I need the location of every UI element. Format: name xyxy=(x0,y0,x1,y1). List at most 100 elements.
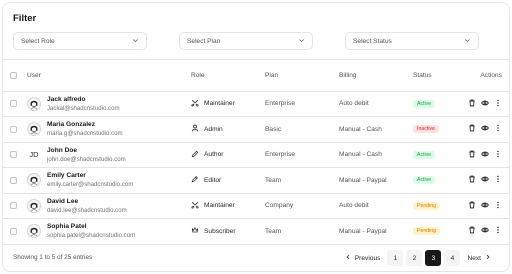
status-badge: Inactive xyxy=(413,125,439,134)
more-vertical-icon[interactable] xyxy=(494,99,502,109)
role-label: Maintainer xyxy=(204,202,235,210)
role-label: Subscriber xyxy=(204,227,236,235)
user-name: David Lee xyxy=(47,197,79,205)
plan-cell: Basic xyxy=(265,116,339,143)
status-badge: Pending xyxy=(413,227,441,236)
pen-icon xyxy=(191,175,204,185)
users-table: User Role Plan Billing Status Actions Ja… xyxy=(3,60,509,245)
status-badge: Pending xyxy=(413,201,441,210)
user-email: sophia.patel@shadcnstudio.com xyxy=(47,232,136,240)
page-button-4[interactable]: 4 xyxy=(444,250,461,266)
filter-title: Filter xyxy=(13,13,37,24)
status-badge: Active xyxy=(413,99,436,108)
user-email: david.lee@shadcnstudio.com xyxy=(47,206,127,214)
eye-icon[interactable] xyxy=(481,226,489,236)
header-billing[interactable]: Billing xyxy=(339,60,413,92)
status-badge: Active xyxy=(413,150,436,159)
chevron-down-icon xyxy=(132,37,139,46)
eye-icon[interactable] xyxy=(481,99,489,109)
role-label: Editor xyxy=(204,176,222,184)
role-label: Admin xyxy=(204,125,223,133)
role-label: Maintainer xyxy=(204,100,235,108)
plan-select-placeholder: Select Plan xyxy=(187,37,221,45)
select-all-checkbox[interactable] xyxy=(10,71,17,79)
more-vertical-icon[interactable] xyxy=(494,150,502,160)
more-vertical-icon[interactable] xyxy=(494,175,502,185)
user-name: Maria Gonzalez xyxy=(47,121,96,129)
billing-cell: Auto debit xyxy=(339,91,413,117)
more-vertical-icon[interactable] xyxy=(494,201,502,211)
user-name: Jack alfredo xyxy=(47,95,86,103)
row-checkbox[interactable] xyxy=(10,151,17,159)
status-select-placeholder: Select Status xyxy=(353,37,392,45)
plan-cell: Enterprise xyxy=(265,91,339,117)
avatar: JD xyxy=(27,147,41,162)
page-button-1[interactable]: 1 xyxy=(387,250,404,266)
user-email: Jackal@shadcnstudio.com xyxy=(47,104,120,112)
more-vertical-icon[interactable] xyxy=(494,226,502,236)
table-header-row: User Role Plan Billing Status Actions xyxy=(3,60,509,92)
user-name: Sophia Patel xyxy=(47,223,87,231)
table-row: Emily Carter emily.carter@shadcnstudio.co… xyxy=(3,167,509,194)
chevron-right-icon xyxy=(485,254,491,262)
row-checkbox[interactable] xyxy=(10,202,17,210)
row-checkbox[interactable] xyxy=(10,100,17,108)
user-name: Emily Carter xyxy=(47,172,86,180)
page-button-2[interactable]: 2 xyxy=(406,250,423,266)
user-email: john.doe@shadcnstudio.com xyxy=(47,155,126,163)
chevron-left-icon xyxy=(345,254,351,262)
trash-icon[interactable] xyxy=(468,226,476,236)
table-row: Sophia Patel sophia.patel@shadcnstudio.co… xyxy=(3,218,509,245)
plan-select[interactable]: Select Plan xyxy=(179,32,313,50)
row-checkbox[interactable] xyxy=(10,227,17,235)
user-email: maria.g@shadcnstudio.com xyxy=(47,130,123,138)
eye-icon[interactable] xyxy=(481,175,489,185)
role-select-placeholder: Select Role xyxy=(21,37,55,45)
header-actions: Actions xyxy=(469,60,509,92)
billing-cell: Manual - Paypal xyxy=(339,167,413,194)
trash-icon[interactable] xyxy=(468,124,476,134)
user-icon xyxy=(191,124,204,134)
row-checkbox[interactable] xyxy=(10,125,17,133)
maintainer-icon xyxy=(191,99,204,109)
billing-cell: Manual - Paypal xyxy=(339,218,413,245)
trash-icon[interactable] xyxy=(468,201,476,211)
next-label: Next xyxy=(467,254,481,262)
chevron-down-icon xyxy=(298,37,305,46)
avatar xyxy=(27,224,41,239)
crown-icon xyxy=(191,226,204,236)
plan-cell: Company xyxy=(265,193,339,219)
avatar xyxy=(27,198,41,213)
avatar xyxy=(27,173,41,188)
billing-cell: Manual - Cash xyxy=(339,116,413,143)
status-badge: Active xyxy=(413,176,436,185)
chevron-down-icon xyxy=(464,37,471,46)
eye-icon[interactable] xyxy=(481,150,489,160)
eye-icon[interactable] xyxy=(481,124,489,134)
billing-cell: Manual - Cash xyxy=(339,142,413,168)
header-user[interactable]: User xyxy=(27,60,191,92)
trash-icon[interactable] xyxy=(468,99,476,109)
previous-label: Previous xyxy=(354,254,381,262)
table-row: JD John Doe john.doe@shadcnstudio.com Auth… xyxy=(3,142,509,168)
table-row: Jack alfredo Jackal@shadcnstudio.com Main… xyxy=(3,91,509,117)
header-role[interactable]: Role xyxy=(191,60,265,92)
header-status[interactable]: Status xyxy=(413,60,469,92)
more-vertical-icon[interactable] xyxy=(494,124,502,134)
previous-button[interactable]: Previous xyxy=(341,250,385,266)
header-plan[interactable]: Plan xyxy=(265,60,339,92)
plan-cell: Enterprise xyxy=(265,142,339,168)
page-button-3[interactable]: 3 xyxy=(425,250,442,266)
next-button[interactable]: Next xyxy=(463,250,495,266)
pagination: Previous 1 2 3 4 Next xyxy=(341,250,495,266)
avatar xyxy=(27,96,41,111)
status-select[interactable]: Select Status xyxy=(345,32,479,50)
trash-icon[interactable] xyxy=(468,175,476,185)
table-row: David Lee david.lee@shadcnstudio.com Main… xyxy=(3,193,509,219)
trash-icon[interactable] xyxy=(468,150,476,160)
eye-icon[interactable] xyxy=(481,201,489,211)
user-name: John Doe xyxy=(47,146,78,154)
row-checkbox[interactable] xyxy=(10,176,17,184)
role-select[interactable]: Select Role xyxy=(13,32,147,50)
table-row: Maria Gonzalez maria.g@shadcnstudio.com A… xyxy=(3,116,509,143)
